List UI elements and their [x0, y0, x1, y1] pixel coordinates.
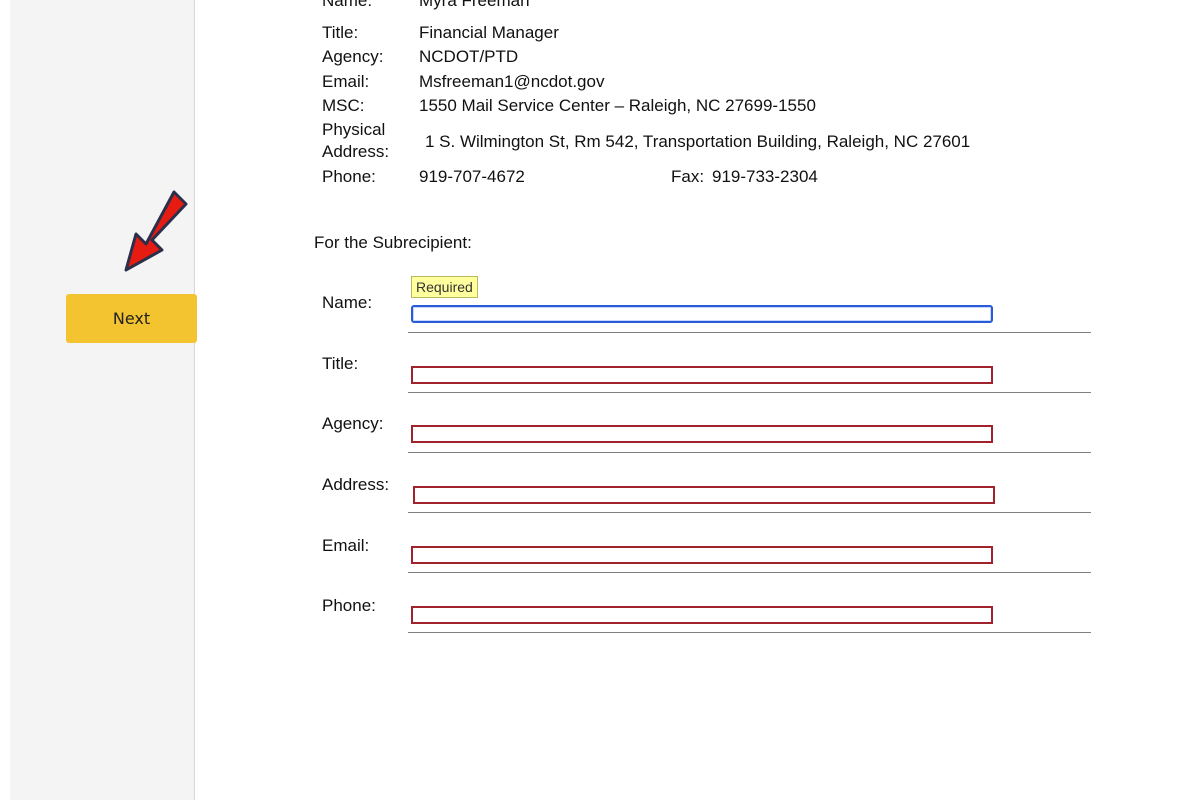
title-field[interactable] — [411, 366, 993, 384]
contact-name-label: Name: — [322, 0, 373, 10]
subrecipient-heading: For the Subrecipient: — [314, 233, 472, 252]
contact-title-value: Financial Manager — [419, 23, 559, 42]
contact-agency-value: NCDOT/PTD — [419, 47, 519, 66]
field-label-email: Email: — [322, 536, 370, 555]
field-label-phone: Phone: — [322, 596, 376, 615]
contact-name-value: Myra Freeman — [419, 0, 530, 10]
sidebar — [10, 0, 195, 800]
contact-fax-value: 919-733-2304 — [712, 167, 818, 186]
rule — [408, 392, 1091, 393]
contact-physical-value: 1 S. Wilmington St, Rm 542, Transportati… — [425, 132, 971, 151]
contact-physical-label-1: Physical — [322, 120, 386, 139]
field-label-address: Address: — [322, 475, 390, 494]
contact-agency-label: Agency: — [322, 47, 384, 66]
address-field[interactable] — [413, 486, 995, 504]
rule — [408, 512, 1091, 513]
field-label-agency: Agency: — [322, 414, 384, 433]
contact-email-label: Email: — [322, 72, 370, 91]
red-down-arrow-icon — [124, 190, 188, 272]
contact-msc-value: 1550 Mail Service Center – Raleigh, NC 2… — [419, 96, 816, 115]
name-field[interactable] — [411, 305, 993, 323]
contact-fax-label: Fax: — [671, 167, 705, 186]
cutoff-name-row: Name: Myra Freeman — [322, 0, 622, 12]
contact-phone-label: Phone: — [322, 167, 376, 186]
phone-field[interactable] — [411, 606, 993, 624]
contact-msc-label: MSC: — [322, 96, 365, 115]
contact-email-value: Msfreeman1@ncdot.gov — [419, 72, 605, 91]
agency-field[interactable] — [411, 425, 993, 443]
contact-phone-value: 919-707-4672 — [419, 167, 525, 186]
field-label-name: Name: — [322, 293, 373, 312]
field-label-title: Title: — [322, 354, 359, 373]
email-field[interactable] — [411, 546, 993, 564]
rule — [408, 632, 1091, 633]
contact-title-label: Title: — [322, 23, 359, 42]
next-button[interactable]: Next — [66, 294, 197, 343]
required-tooltip: Required — [411, 276, 478, 298]
rule — [408, 572, 1091, 573]
contact-physical-label-2: Address: — [322, 142, 390, 161]
rule — [408, 452, 1091, 453]
rule — [408, 332, 1091, 333]
